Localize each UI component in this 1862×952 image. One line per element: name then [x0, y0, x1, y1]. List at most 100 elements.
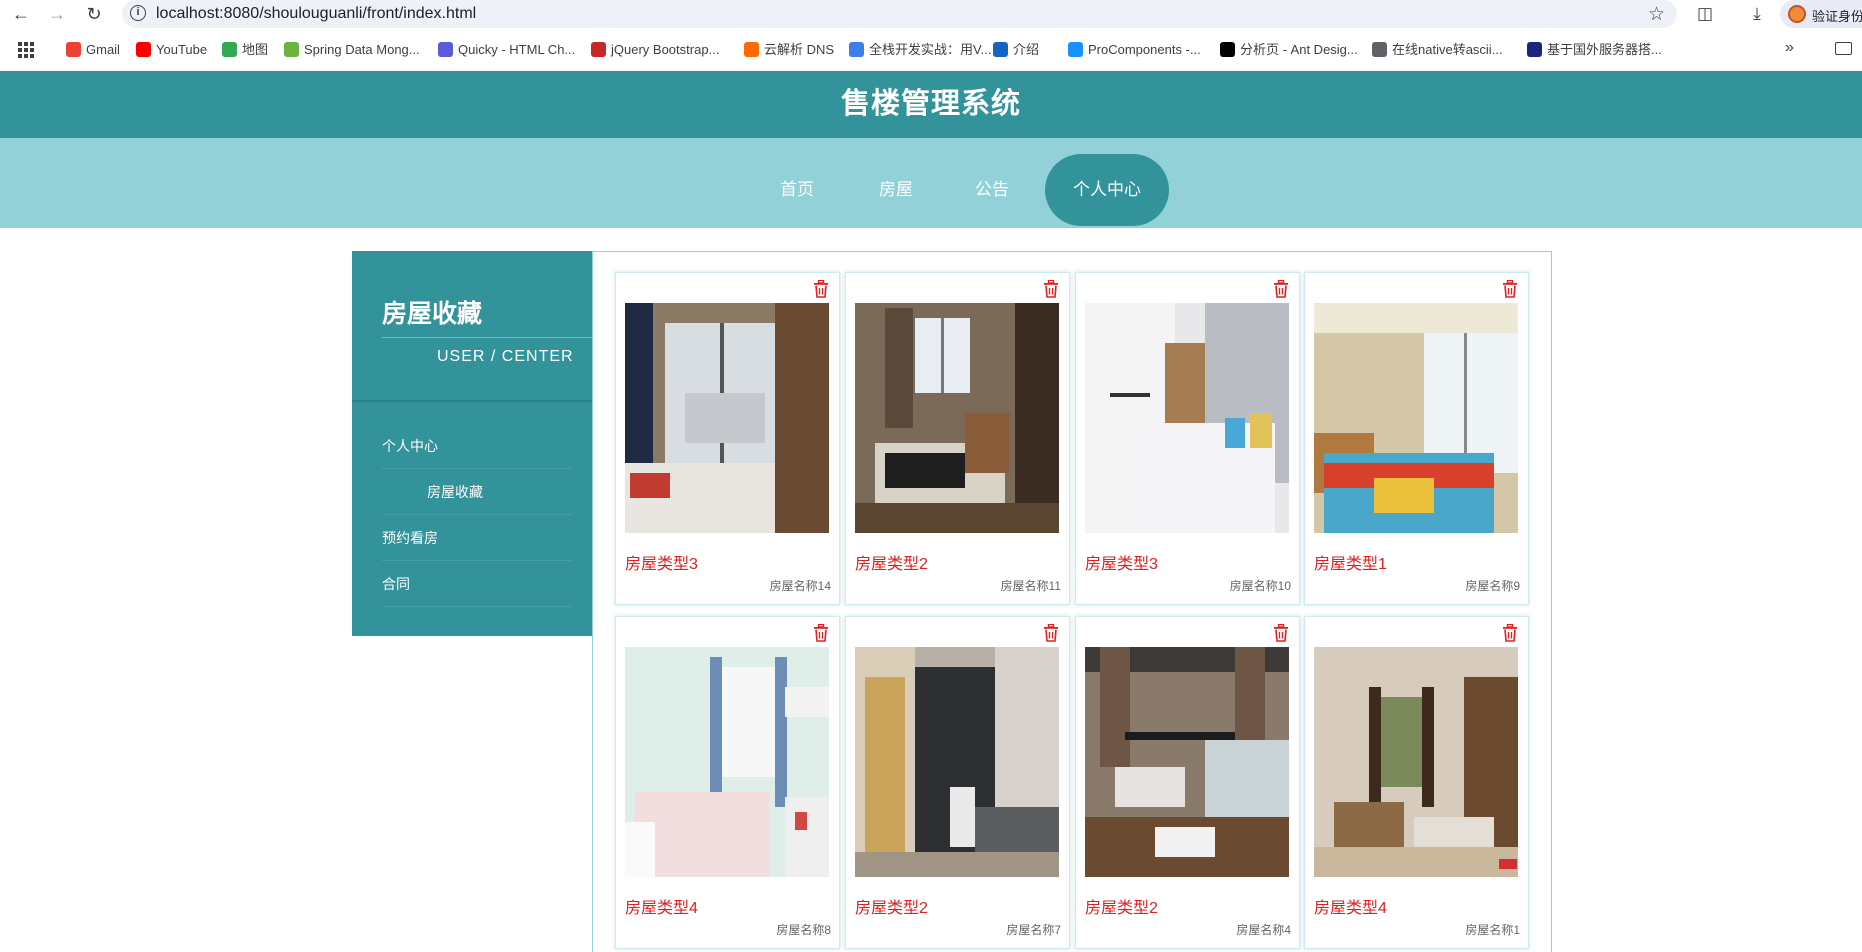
- favorite-card[interactable]: 房屋类型2 房屋名称11: [845, 272, 1070, 605]
- pro-icon: [1220, 42, 1235, 57]
- bookmark-item[interactable]: YouTube: [136, 40, 207, 60]
- favorite-card[interactable]: 房屋类型4 房屋名称8: [615, 616, 840, 949]
- favorites-grid: 房屋类型3 房屋名称14 房屋类型2 房屋名称11 房屋类型3 房屋名称10 房屋类型1 房屋…: [592, 251, 1552, 952]
- bookmark-item[interactable]: ProComponents -...: [1068, 40, 1201, 60]
- aliyun-icon: [744, 42, 759, 57]
- house-name-label: 房屋名称9: [1465, 579, 1520, 593]
- avatar: [1788, 5, 1806, 23]
- room-balcony-door-photo[interactable]: [625, 303, 829, 533]
- bookmark-folder-icon[interactable]: [1835, 42, 1852, 55]
- download-icon[interactable]: ⤓: [1746, 3, 1768, 25]
- favorite-card[interactable]: 房屋类型3 房屋名称10: [1075, 272, 1300, 605]
- site-header: 售楼管理系统: [0, 71, 1862, 138]
- trash-icon[interactable]: [1502, 624, 1518, 642]
- sidebar-menu-item[interactable]: 房屋收藏: [382, 469, 572, 515]
- address-bar[interactable]: i localhost:8080/shoulouguanli/front/ind…: [122, 0, 1677, 28]
- address-url[interactable]: localhost:8080/shoulouguanli/front/index…: [156, 5, 476, 23]
- extensions-puzzle-icon[interactable]: ◫: [1694, 3, 1716, 25]
- m-icon: [849, 42, 864, 57]
- profile-label: 验证身份: [1812, 9, 1862, 24]
- house-name-label: 房屋名称8: [776, 923, 831, 937]
- room-white-wardrobe-photo[interactable]: [1085, 303, 1289, 533]
- house-type-label[interactable]: 房屋类型4: [1314, 894, 1387, 918]
- profile-button[interactable]: 验证身份: [1780, 0, 1862, 28]
- bookmark-label: 云解析 DNS: [764, 42, 835, 57]
- bookmark-label: 基于国外服务器搭...: [1547, 42, 1662, 57]
- trash-icon[interactable]: [813, 624, 829, 642]
- bookmark-item[interactable]: jQuery Bootstrap...: [591, 40, 719, 60]
- favorite-card[interactable]: 房屋类型2 房屋名称4: [1075, 616, 1300, 949]
- forward-arrow-icon[interactable]: →: [46, 3, 68, 25]
- trash-icon[interactable]: [813, 280, 829, 298]
- favorite-card[interactable]: 房屋类型2 房屋名称7: [845, 616, 1070, 949]
- sidebar-menu-item[interactable]: 合同: [382, 561, 572, 607]
- room-desk-window-photo[interactable]: [855, 303, 1059, 533]
- room-wood-floor-photo[interactable]: [1314, 647, 1518, 877]
- bookmark-label: 分析页 - Ant Desig...: [1240, 42, 1358, 57]
- bookmark-star-icon[interactable]: ☆: [1648, 3, 1665, 26]
- house-name-label: 房屋名称10: [1229, 579, 1291, 593]
- sidebar-menu-item[interactable]: 预约看房: [382, 515, 572, 561]
- room-white-bed-photo[interactable]: [625, 647, 829, 877]
- spring-leaf-icon: [284, 42, 299, 57]
- house-type-label[interactable]: 房屋类型3: [1085, 550, 1158, 574]
- site-info-icon[interactable]: i: [130, 5, 146, 21]
- house-type-label[interactable]: 房屋类型2: [855, 550, 928, 574]
- user-center-sidebar: 房屋收藏 USER / CENTER 个人中心 房屋收藏 预约看房 合同: [352, 251, 592, 636]
- nav-item[interactable]: 公告: [953, 154, 1031, 226]
- bookmark-item[interactable]: 分析页 - Ant Desig...: [1220, 40, 1358, 60]
- more-bookmarks-icon[interactable]: »: [1785, 39, 1794, 57]
- nav-item[interactable]: 房屋: [857, 154, 935, 226]
- bookmark-item[interactable]: Gmail: [66, 40, 120, 60]
- bookmark-item[interactable]: 基于国外服务器搭...: [1527, 40, 1662, 60]
- trash-icon[interactable]: [1043, 280, 1059, 298]
- reload-icon[interactable]: ↻: [83, 3, 105, 25]
- favorite-card[interactable]: 房屋类型1 房屋名称9: [1304, 272, 1529, 605]
- bookmark-logo-icon: [1527, 42, 1542, 57]
- trash-icon[interactable]: [1502, 280, 1518, 298]
- bookmark-item[interactable]: 云解析 DNS: [744, 40, 834, 60]
- procomponents-icon: [1068, 42, 1083, 57]
- room-loft-stairs-photo[interactable]: [855, 647, 1059, 877]
- trash-icon[interactable]: [1273, 624, 1289, 642]
- bookmark-item[interactable]: 全栈开发实战：用V...: [849, 40, 991, 60]
- browser-chrome: ← → ↻ i localhost:8080/shoulouguanli/fro…: [0, 0, 1862, 71]
- youtube-icon: [136, 42, 151, 57]
- bookmark-label: 在线native转ascii...: [1392, 42, 1503, 57]
- messenger-icon: [438, 42, 453, 57]
- back-arrow-icon[interactable]: ←: [10, 3, 32, 25]
- house-type-label[interactable]: 房屋类型3: [625, 550, 698, 574]
- house-type-label[interactable]: 房屋类型2: [855, 894, 928, 918]
- nav-item[interactable]: 首页: [758, 154, 836, 226]
- bookmark-label: 地图: [242, 42, 269, 57]
- house-type-label[interactable]: 房屋类型2: [1085, 894, 1158, 918]
- browser-toolbar: ← → ↻ i localhost:8080/shoulouguanli/fro…: [0, 0, 1862, 28]
- room-loft-bed-photo[interactable]: [1085, 647, 1289, 877]
- nav-item[interactable]: 个人中心: [1045, 154, 1169, 226]
- favorite-card[interactable]: 房屋类型4 房屋名称1: [1304, 616, 1529, 949]
- bookmarks-bar: Gmail YouTube 地图 Spring Data Mong... Quicky …: [0, 36, 1862, 64]
- house-type-label[interactable]: 房屋类型4: [625, 894, 698, 918]
- house-name-label: 房屋名称1: [1465, 923, 1520, 937]
- maps-pin-icon: [222, 42, 237, 57]
- house-type-label[interactable]: 房屋类型1: [1314, 550, 1387, 574]
- sidebar-subtitle: USER / CENTER: [437, 348, 574, 365]
- bookmark-item[interactable]: 地图: [222, 40, 268, 60]
- sidebar-separator: [352, 400, 592, 402]
- bookmark-label: jQuery Bootstrap...: [611, 42, 720, 57]
- bookmark-item[interactable]: Quicky - HTML Ch...: [438, 40, 575, 60]
- sidebar-title: 房屋收藏: [382, 300, 483, 328]
- gmail-icon: [66, 42, 81, 57]
- house-name-label: 房屋名称4: [1236, 923, 1291, 937]
- bookmark-item[interactable]: Spring Data Mong...: [284, 40, 420, 60]
- favorite-card[interactable]: 房屋类型3 房屋名称14: [615, 272, 840, 605]
- trash-icon[interactable]: [1273, 280, 1289, 298]
- bookmark-item[interactable]: 在线native转ascii...: [1372, 40, 1503, 60]
- globe-half-icon: [993, 42, 1008, 57]
- bookmark-label: ProComponents -...: [1088, 42, 1201, 57]
- bookmark-label: 介绍: [1013, 42, 1040, 57]
- trash-icon[interactable]: [1043, 624, 1059, 642]
- room-colorful-bedding-photo[interactable]: [1314, 303, 1518, 533]
- sidebar-menu-item[interactable]: 个人中心: [382, 423, 572, 469]
- bookmark-item[interactable]: 介绍: [993, 40, 1039, 60]
